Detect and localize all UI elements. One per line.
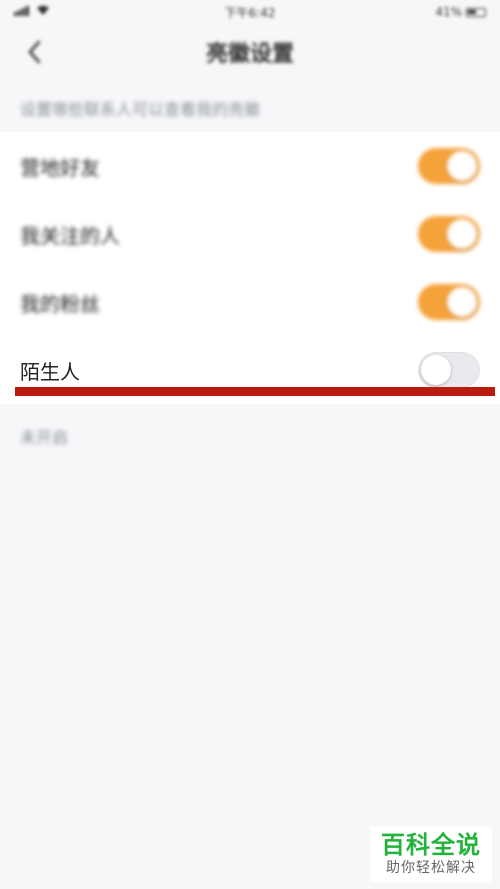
fans-toggle[interactable] — [418, 284, 480, 320]
toggle-knob — [421, 355, 451, 385]
setting-row-fans[interactable]: 我的粉丝 — [0, 268, 500, 336]
visibility-settings-list: 营地好友 我关注的人 我的粉丝 陌生人 — [0, 132, 500, 404]
setting-label: 营地好友 — [20, 155, 100, 180]
setting-row-camp-friends[interactable]: 营地好友 — [0, 132, 500, 200]
setting-label: 我关注的人 — [20, 223, 120, 248]
nav-bar: 亮徽设置 — [0, 24, 500, 80]
setting-row-following[interactable]: 我关注的人 — [0, 200, 500, 268]
following-toggle[interactable] — [418, 216, 480, 252]
watermark-logo: 百科全说 助你轻松解决 — [370, 826, 492, 882]
camp-friends-toggle[interactable] — [418, 148, 480, 184]
watermark-title: 百科全说 — [381, 831, 481, 859]
battery-icon — [466, 7, 486, 17]
toggle-knob — [447, 287, 477, 317]
section-hint: 设置哪些联系人可以查看我的亮徽 — [20, 100, 261, 119]
page-title: 亮徽设置 — [205, 42, 294, 67]
setting-label: 陌生人 — [20, 359, 80, 384]
status-time: 下午6:42 — [224, 5, 276, 20]
toggle-knob — [447, 219, 477, 249]
strangers-toggle[interactable] — [418, 352, 480, 388]
status-bar: 下午6:42 41% — [0, 0, 500, 24]
toggle-knob — [447, 151, 477, 181]
back-chevron-icon[interactable] — [22, 38, 46, 66]
setting-label: 我的粉丝 — [20, 291, 100, 316]
highlight-underline — [15, 387, 495, 396]
footer-hint: 未开启 — [20, 428, 69, 447]
watermark-subtitle: 助你轻松解决 — [386, 860, 476, 876]
